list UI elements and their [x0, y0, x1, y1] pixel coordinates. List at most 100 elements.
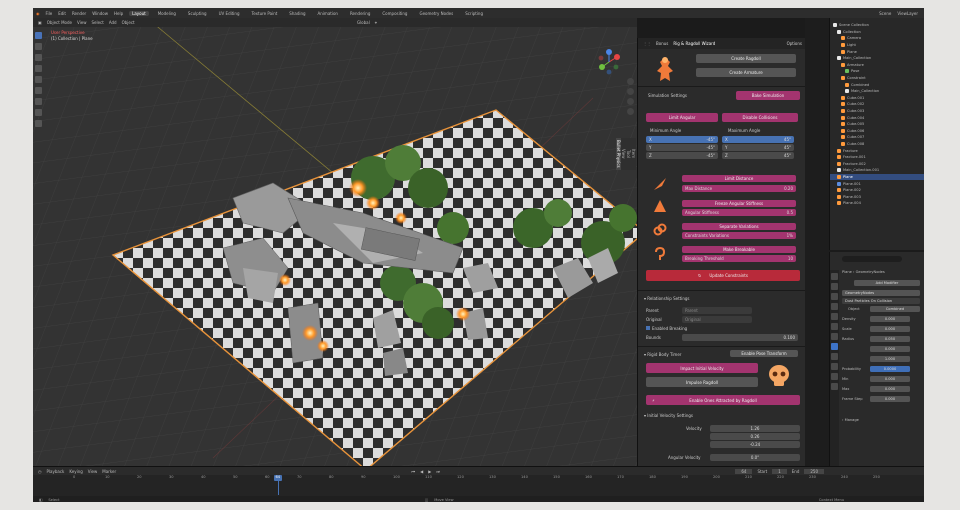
vp-menu-add[interactable]: Add: [109, 20, 117, 25]
outliner-row[interactable]: Main_Collection.001: [830, 167, 924, 174]
orientation-selector[interactable]: Global: [357, 20, 370, 25]
outliner-row[interactable]: Cube.007: [830, 134, 924, 141]
outliner-row[interactable]: Cube.004: [830, 114, 924, 121]
outliner-row[interactable]: Fracture: [830, 147, 924, 154]
jump-end-icon[interactable]: ⏭: [436, 469, 440, 474]
menu-file[interactable]: File: [46, 11, 53, 16]
vp-menu-view[interactable]: View: [77, 20, 87, 25]
vp-menu-select[interactable]: Select: [91, 20, 103, 25]
add-modifier-button[interactable]: Add Modifier: [854, 280, 920, 286]
addon-tab-bonus[interactable]: Bonus: [656, 41, 668, 46]
current-frame-field[interactable]: 64: [735, 468, 753, 474]
zoom-icon[interactable]: [627, 78, 634, 85]
constraints-variations-field[interactable]: Constraints Variations 1%: [682, 232, 796, 239]
impact-velocity-button[interactable]: Impact Initial Velocity: [646, 363, 758, 373]
object-input-field[interactable]: Combined: [870, 306, 920, 312]
constraints-tab-icon[interactable]: [831, 373, 838, 380]
prop-field[interactable]: 0.000: [870, 346, 910, 352]
particles-tab-icon[interactable]: [831, 353, 838, 360]
perspective-toggle-icon[interactable]: [627, 108, 634, 115]
outliner-row[interactable]: Plane.003: [830, 193, 924, 200]
editor-type-icon[interactable]: ▣: [38, 20, 42, 25]
tab-texture-paint[interactable]: Texture Paint: [248, 11, 280, 16]
mode-selector[interactable]: Object Mode: [47, 20, 72, 25]
jump-start-icon[interactable]: ⏮: [412, 469, 416, 474]
region-splitter[interactable]: [805, 18, 829, 466]
create-armature-button[interactable]: Create Armature: [696, 68, 796, 77]
timeline-menu-marker[interactable]: Marker: [102, 469, 116, 474]
menu-window[interactable]: Window: [92, 11, 108, 16]
tab-modeling[interactable]: Modeling: [155, 11, 179, 16]
output-tab-icon[interactable]: [831, 293, 838, 300]
drag-handle-icon[interactable]: ⋮⋮: [643, 41, 651, 46]
timeline[interactable]: ◷ Playback Keying View Marker ⏮ ◀ ▶ ⏭ 64…: [33, 466, 924, 502]
play-icon[interactable]: ▶: [428, 469, 431, 474]
separate-variations-button[interactable]: Separate Variations: [682, 223, 796, 230]
move-tool-icon[interactable]: [35, 54, 42, 61]
limit-distance-button[interactable]: Limit Distance: [682, 175, 796, 182]
navigation-gizmo[interactable]: [595, 48, 623, 76]
prop-field[interactable]: 0.000: [870, 326, 910, 332]
bake-simulation-button[interactable]: Bake Simulation: [736, 91, 800, 100]
annotate-tool-icon[interactable]: [35, 98, 42, 105]
3d-viewport[interactable]: ▣ Object Mode View Select Add Object Glo…: [33, 18, 637, 466]
prop-field[interactable]: 0.000: [870, 316, 910, 322]
sidebar-tab-view[interactable]: View: [621, 138, 626, 170]
modifier-tab-icon[interactable]: [831, 343, 838, 350]
outliner-row[interactable]: Plane: [830, 48, 924, 55]
manage-panel-title[interactable]: › Manage: [842, 418, 859, 422]
outliner-row[interactable]: Scene Collection: [830, 22, 924, 29]
pan-icon[interactable]: [627, 88, 634, 95]
play-reverse-icon[interactable]: ◀: [420, 469, 423, 474]
tab-geometry-nodes[interactable]: Geometry Nodes: [416, 11, 456, 16]
outliner-row[interactable]: Constraint: [830, 75, 924, 82]
original-field[interactable]: Original: [682, 316, 752, 323]
timeline-editor-icon[interactable]: ◷: [38, 469, 42, 474]
tab-animation[interactable]: Animation: [315, 11, 341, 16]
measure-tool-icon[interactable]: [35, 109, 42, 116]
scene-selector[interactable]: Scene: [879, 11, 891, 16]
breaking-threshold-field[interactable]: Breaking Threshold 10: [682, 255, 796, 262]
sidebar-tab-item[interactable]: Item: [631, 138, 636, 170]
object-tab-icon[interactable]: [831, 333, 838, 340]
outliner-row[interactable]: Main_Collection: [830, 55, 924, 62]
max-angle-z-field[interactable]: Z 45°: [722, 152, 794, 159]
max-angle-y-field[interactable]: Y 45°: [722, 144, 794, 151]
outliner-row[interactable]: Fracture.001: [830, 154, 924, 161]
sidebar-tab-tool[interactable]: Tool: [626, 138, 631, 170]
min-angle-z-field[interactable]: Z -45°: [646, 152, 718, 159]
view-layer-tab-icon[interactable]: [831, 303, 838, 310]
velocity-y-field[interactable]: 0.26: [710, 433, 800, 440]
max-distance-field[interactable]: Max Distance 0.20: [682, 185, 796, 192]
prop-field[interactable]: 0.000: [870, 396, 910, 402]
velocity-z-field[interactable]: -0.24: [710, 441, 800, 448]
update-constraints-button[interactable]: ↻ Update Constraints: [646, 270, 800, 281]
outliner-row[interactable]: Combined: [830, 81, 924, 88]
sidebar-tab-bullet-physics[interactable]: Bullet Physics: [616, 138, 621, 170]
prop-field[interactable]: 0.000: [870, 386, 910, 392]
menu-edit[interactable]: Edit: [58, 11, 66, 16]
disable-collisions-button[interactable]: Disable Collisions: [722, 113, 798, 122]
enabled-breaking-checkbox[interactable]: Enabled Breaking: [646, 326, 687, 331]
tab-sculpting[interactable]: Sculpting: [185, 11, 210, 16]
outliner-row[interactable]: Pose: [830, 68, 924, 75]
prop-field[interactable]: 0.0000: [870, 366, 910, 372]
velocity-settings-title[interactable]: ▾ Initial Velocity Settings: [644, 413, 693, 418]
tab-rendering[interactable]: Rendering: [347, 11, 373, 16]
outliner-row[interactable]: Cube.001: [830, 95, 924, 102]
select-tool-icon[interactable]: [35, 32, 42, 39]
transform-tool-icon[interactable]: [35, 87, 42, 94]
min-angle-y-field[interactable]: Y -45°: [646, 144, 718, 151]
menu-render[interactable]: Render: [72, 11, 86, 16]
outliner-row[interactable]: Cube.003: [830, 108, 924, 115]
tab-shading[interactable]: Shading: [286, 11, 308, 16]
data-tab-icon[interactable]: [831, 383, 838, 390]
prop-field[interactable]: 0.050: [870, 336, 910, 342]
angular-velocity-field[interactable]: 0.0°: [710, 454, 800, 461]
create-ragdoll-button[interactable]: Create Ragdoll: [696, 54, 796, 63]
limit-angular-button[interactable]: Limit Angular: [646, 113, 718, 122]
impulse-ragdoll-button[interactable]: Impulse Ragdoll: [646, 377, 758, 387]
max-angle-x-field[interactable]: X 45°: [722, 136, 794, 143]
bounds-field[interactable]: 0.100: [682, 334, 798, 341]
outliner-row[interactable]: Armature: [830, 62, 924, 69]
